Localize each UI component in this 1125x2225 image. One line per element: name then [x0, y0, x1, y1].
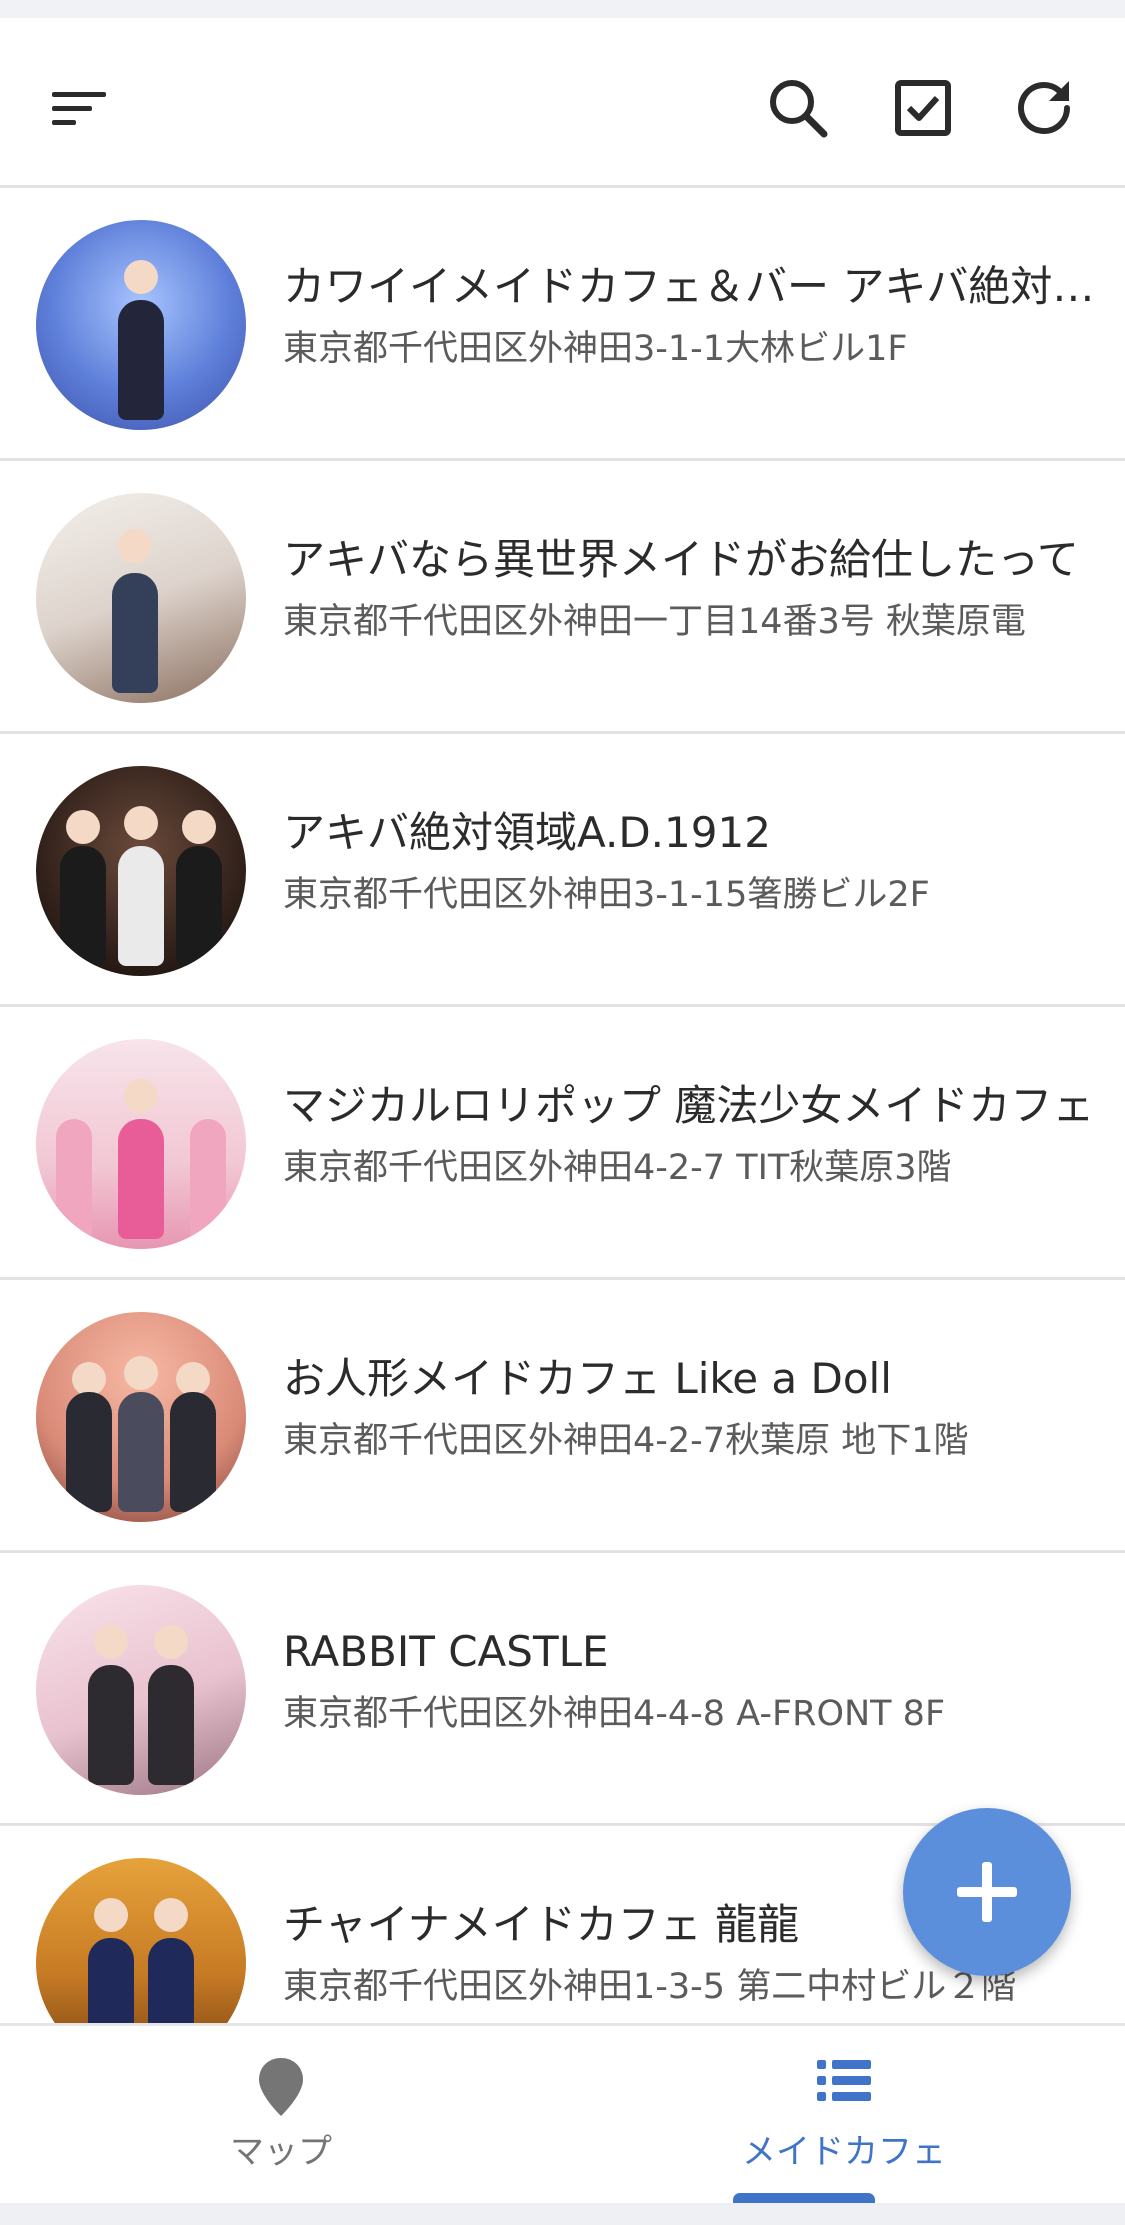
list-item[interactable]: アキバなら異世界メイドがお給仕したって 東京都千代田区外神田一丁目14番3号 秋…: [0, 461, 1125, 734]
avatar: [36, 1312, 246, 1522]
avatar: [36, 1858, 246, 2023]
cafe-name: アキバ絶対領域A.D.1912: [283, 808, 771, 857]
list-item[interactable]: RABBIT CASTLE 東京都千代田区外神田4-4-8 A-FRONT 8F: [0, 1553, 1125, 1826]
bottom-navigation: マップ メイドカフェ: [0, 2023, 1125, 2206]
search-icon[interactable]: [758, 68, 838, 148]
cafe-name: お人形メイドカフェ Like a Doll: [283, 1354, 892, 1403]
cafe-address: 東京都千代田区外神田4-4-8 A-FRONT 8F: [283, 1694, 946, 1734]
top-app-bar: [0, 18, 1125, 188]
add-cafe-button[interactable]: [903, 1808, 1071, 1976]
avatar: [36, 766, 246, 976]
status-bar-strip: [0, 0, 1125, 18]
cafe-address: 東京都千代田区外神田4-2-7 TIT秋葉原3階: [283, 1148, 952, 1188]
cafe-address: 東京都千代田区外神田4-2-7秋葉原 地下1階: [283, 1421, 969, 1461]
cafe-name: カワイイメイドカフェ＆バー アキバ絶対領域: [283, 262, 1113, 311]
list-item[interactable]: お人形メイドカフェ Like a Doll 東京都千代田区外神田4-2-7秋葉原…: [0, 1280, 1125, 1553]
avatar: [36, 493, 246, 703]
plus-icon: [957, 1862, 1017, 1922]
system-nav-strip: [0, 2203, 1125, 2225]
list-item[interactable]: アキバ絶対領域A.D.1912 東京都千代田区外神田3-1-15箸勝ビル2F: [0, 734, 1125, 1007]
list-item[interactable]: マジカルロリポップ 魔法少女メイドカフェ 東京都千代田区外神田4-2-7 TIT…: [0, 1007, 1125, 1280]
checkbox-checked-icon[interactable]: [883, 68, 963, 148]
map-pin-icon: [259, 2058, 303, 2116]
cafe-address: 東京都千代田区外神田3-1-1大林ビル1F: [283, 329, 908, 369]
nav-label-maid-cafe: メイドカフェ: [742, 2132, 946, 2172]
sort-lines-icon[interactable]: [38, 68, 118, 148]
cafe-address: 東京都千代田区外神田3-1-15箸勝ビル2F: [283, 875, 930, 915]
avatar: [36, 1039, 246, 1249]
cafe-address: 東京都千代田区外神田一丁目14番3号 秋葉原電: [283, 602, 1026, 642]
cafe-name: RABBIT CASTLE: [283, 1627, 609, 1676]
nav-item-map[interactable]: マップ: [0, 2026, 562, 2206]
list-item[interactable]: カワイイメイドカフェ＆バー アキバ絶対領域 東京都千代田区外神田3-1-1大林ビ…: [0, 188, 1125, 461]
cafe-name: マジカルロリポップ 魔法少女メイドカフェ: [283, 1081, 1095, 1130]
nav-item-maid-cafe[interactable]: メイドカフェ: [563, 2026, 1125, 2206]
maid-cafe-list: カワイイメイドカフェ＆バー アキバ絶対領域 東京都千代田区外神田3-1-1大林ビ…: [0, 188, 1125, 2023]
refresh-icon[interactable]: [1004, 68, 1084, 148]
cafe-name: アキバなら異世界メイドがお給仕したって: [283, 535, 1079, 584]
nav-label-map: マップ: [230, 2132, 332, 2172]
avatar: [36, 220, 246, 430]
avatar: [36, 1585, 246, 1795]
list-icon: [817, 2060, 871, 2101]
